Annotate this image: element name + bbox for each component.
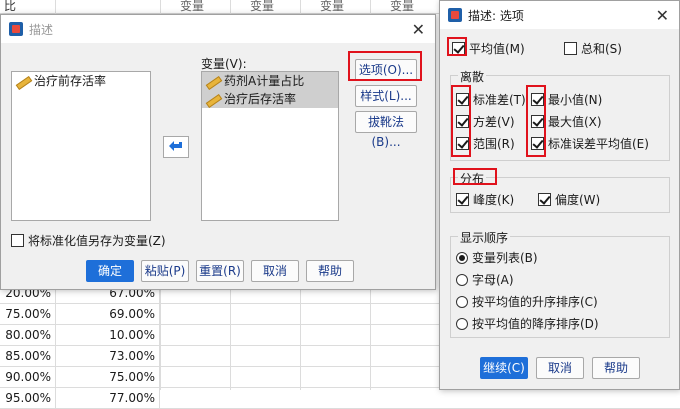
grid-col-header: 变量 xyxy=(180,0,205,13)
maximum-label: 最大值(X) xyxy=(548,115,602,129)
grid-header-label: 比 xyxy=(4,0,17,13)
target-variable-list[interactable]: 药剂A计量占比 治疗后存活率 xyxy=(201,71,339,221)
variable-label: 治疗后存活率 xyxy=(224,92,297,106)
order-label: 按平均值的降序排序(D) xyxy=(472,317,599,331)
order-label: 变量列表(B) xyxy=(472,251,538,265)
continue-button[interactable]: 继续(C) xyxy=(480,357,528,379)
order-option-descending[interactable]: 按平均值的降序排序(D) xyxy=(456,315,599,332)
table-cell[interactable]: 85.00% xyxy=(0,346,56,367)
bootstrap-button[interactable]: 拔靴法(B)... xyxy=(355,111,417,149)
save-standardized-checkbox[interactable] xyxy=(11,234,24,247)
list-item[interactable]: 治疗前存活率 xyxy=(12,72,150,90)
std-dev-label: 标准差(T) xyxy=(473,93,526,107)
save-standardized-option[interactable]: 将标准化值另存为变量(Z) xyxy=(11,232,166,249)
close-icon[interactable]: ✕ xyxy=(412,20,425,39)
table-cell[interactable]: 69.00% xyxy=(56,304,160,325)
mean-label: 平均值(M) xyxy=(469,42,525,56)
style-button[interactable]: 样式(L)... xyxy=(355,85,417,107)
mean-checkbox[interactable] xyxy=(452,42,465,55)
scale-variable-icon xyxy=(206,76,220,86)
list-item[interactable]: 药剂A计量占比 xyxy=(202,72,338,90)
grid-col-header: 变量 xyxy=(320,0,345,13)
minimum-option[interactable]: 最小值(N) xyxy=(531,91,602,108)
save-standardized-label: 将标准化值另存为变量(Z) xyxy=(28,234,166,248)
scale-variable-icon xyxy=(16,76,30,86)
order-option-ascending[interactable]: 按平均值的升序排序(C) xyxy=(456,293,598,310)
app-icon xyxy=(448,8,462,22)
minimum-label: 最小值(N) xyxy=(548,93,603,107)
options-dialog: 描述: 选项 ✕ 平均值(M) 总和(S) 离散 标准差(T) 方差(V) 范围… xyxy=(439,0,680,390)
order-radio[interactable] xyxy=(456,273,468,286)
paste-button[interactable]: 粘贴(P) xyxy=(141,260,189,282)
help-button[interactable]: 帮助 xyxy=(592,357,640,379)
table-cell[interactable]: 75.00% xyxy=(0,304,56,325)
order-option-variable-list[interactable]: 变量列表(B) xyxy=(456,249,538,266)
se-mean-option[interactable]: 标准误差平均值(E) xyxy=(531,135,649,152)
variable-label: 药剂A计量占比 xyxy=(224,74,305,88)
kurtosis-checkbox[interactable] xyxy=(456,193,469,206)
sum-option[interactable]: 总和(S) xyxy=(564,40,622,57)
app-icon xyxy=(9,22,23,36)
dispersion-label: 离散 xyxy=(458,68,487,85)
arrow-left-icon xyxy=(169,141,182,151)
order-label: 字母(A) xyxy=(472,273,514,287)
range-label: 范围(R) xyxy=(473,137,515,151)
display-order-label: 显示顺序 xyxy=(458,229,511,246)
variance-option[interactable]: 方差(V) xyxy=(456,113,515,130)
table-cell[interactable]: 77.00% xyxy=(56,388,160,409)
variance-checkbox[interactable] xyxy=(456,115,469,128)
dialog-title: 描述 xyxy=(29,22,54,37)
grid-col-header: 变量 xyxy=(250,0,275,13)
distribution-label: 分布 xyxy=(458,170,487,187)
table-cell[interactable]: 90.00% xyxy=(0,367,56,388)
table-cell[interactable]: 95.00% xyxy=(0,388,56,409)
source-variable-list[interactable]: 治疗前存活率 xyxy=(11,71,151,221)
variable-label: 治疗前存活率 xyxy=(34,74,107,88)
range-checkbox[interactable] xyxy=(456,137,469,150)
options-titlebar: 描述: 选项 ✕ xyxy=(440,1,679,29)
table-row[interactable]: 95.00% 77.00% xyxy=(0,388,680,409)
minimum-checkbox[interactable] xyxy=(531,93,544,106)
order-label: 按平均值的升序排序(C) xyxy=(472,295,598,309)
dialog-title: 描述: 选项 xyxy=(468,8,524,23)
grid-col-header: 变量 xyxy=(390,0,415,13)
describe-titlebar: 描述 ✕ xyxy=(1,15,435,43)
skewness-option[interactable]: 偏度(W) xyxy=(538,191,600,208)
ok-button[interactable]: 确定 xyxy=(86,260,134,282)
options-button[interactable]: 选项(O)... xyxy=(355,59,417,81)
order-option-alphabetic[interactable]: 字母(A) xyxy=(456,271,514,288)
move-variable-button[interactable] xyxy=(163,136,189,158)
std-dev-option[interactable]: 标准差(T) xyxy=(456,91,526,108)
mean-option[interactable]: 平均值(M) xyxy=(452,40,525,57)
close-icon[interactable]: ✕ xyxy=(656,6,669,25)
std-dev-checkbox[interactable] xyxy=(456,93,469,106)
describe-dialog: 描述 ✕ 治疗前存活率 变量(V): 药剂A计量占比 治疗后存活率 选项(O).… xyxy=(0,14,436,290)
kurtosis-option[interactable]: 峰度(K) xyxy=(456,191,514,208)
order-radio[interactable] xyxy=(456,317,468,330)
reset-button[interactable]: 重置(R) xyxy=(196,260,244,282)
se-mean-label: 标准误差平均值(E) xyxy=(548,137,649,151)
list-item[interactable]: 治疗后存活率 xyxy=(202,90,338,108)
kurtosis-label: 峰度(K) xyxy=(473,193,515,207)
maximum-option[interactable]: 最大值(X) xyxy=(531,113,602,130)
help-button[interactable]: 帮助 xyxy=(306,260,354,282)
sum-checkbox[interactable] xyxy=(564,42,577,55)
scale-variable-icon xyxy=(206,94,220,104)
table-cell[interactable]: 73.00% xyxy=(56,346,160,367)
table-cell[interactable]: 10.00% xyxy=(56,325,160,346)
cancel-button[interactable]: 取消 xyxy=(251,260,299,282)
sum-label: 总和(S) xyxy=(581,42,622,56)
order-radio[interactable] xyxy=(456,251,468,264)
se-mean-checkbox[interactable] xyxy=(531,137,544,150)
skewness-label: 偏度(W) xyxy=(555,193,601,207)
range-option[interactable]: 范围(R) xyxy=(456,135,515,152)
cancel-button[interactable]: 取消 xyxy=(536,357,584,379)
order-radio[interactable] xyxy=(456,295,468,308)
table-cell[interactable]: 80.00% xyxy=(0,325,56,346)
variables-label: 变量(V): xyxy=(201,57,247,71)
skewness-checkbox[interactable] xyxy=(538,193,551,206)
variance-label: 方差(V) xyxy=(473,115,515,129)
maximum-checkbox[interactable] xyxy=(531,115,544,128)
table-cell[interactable]: 75.00% xyxy=(56,367,160,388)
